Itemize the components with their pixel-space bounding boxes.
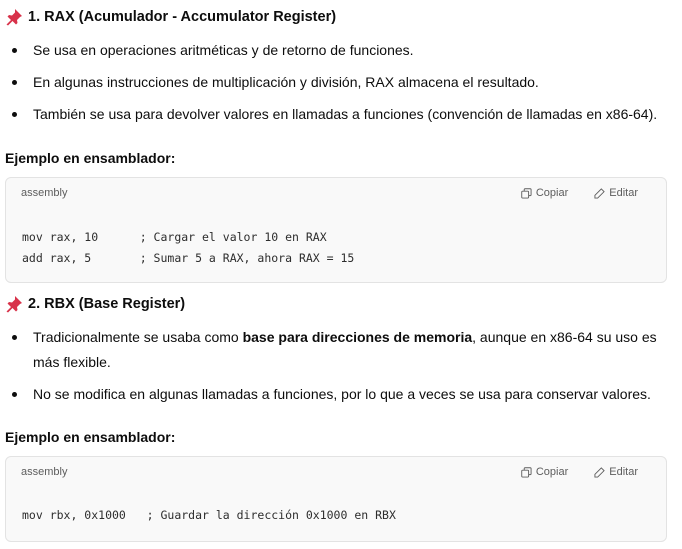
- list-item: No se modifica en algunas llamadas a fun…: [12, 382, 662, 407]
- section-title-rbx: 2. RBX (Base Register): [5, 295, 185, 313]
- copy-icon: [521, 187, 532, 199]
- list-item: Se usa en operaciones aritméticas y de r…: [12, 38, 662, 63]
- copy-button[interactable]: Copiar: [521, 187, 568, 199]
- code-language: assembly: [21, 466, 68, 478]
- pushpin-icon: [6, 9, 22, 26]
- edit-icon: [594, 187, 605, 199]
- code-line: mov rbx, 0x1000 ; Guardar la dirección 0…: [22, 508, 396, 522]
- copy-icon: [521, 466, 532, 478]
- code-language: assembly: [21, 187, 68, 199]
- example-label: Ejemplo en ensamblador:: [5, 150, 176, 166]
- edit-icon: [594, 466, 605, 478]
- list-item: En algunas instrucciones de multiplicaci…: [12, 70, 662, 95]
- code-line: add rax, 5 ; Sumar 5 a RAX, ahora RAX = …: [22, 251, 355, 265]
- code-line: mov rax, 10 ; Cargar el valor 10 en RAX: [22, 230, 327, 244]
- code-block: assembly Copiar Editar mov rbx, 0x1000 ;…: [5, 456, 667, 542]
- code-block: assembly Copiar Editar mov rax, 10 ; Car…: [5, 177, 667, 283]
- edit-button[interactable]: Editar: [594, 466, 638, 478]
- section-title-rax: 1. RAX (Acumulador - Accumulator Registe…: [5, 8, 336, 26]
- edit-button[interactable]: Editar: [594, 187, 638, 199]
- pushpin-icon: [6, 296, 22, 313]
- section-title-text: 2. RBX (Base Register): [28, 296, 186, 312]
- list-item: Tradicionalmente se usaba como base para…: [12, 325, 662, 375]
- example-label: Ejemplo en ensamblador:: [5, 429, 176, 445]
- section-title-text: 1. RAX (Acumulador - Accumulator Registe…: [28, 9, 337, 25]
- list-item: También se usa para devolver valores en …: [12, 102, 662, 127]
- copy-button[interactable]: Copiar: [521, 466, 568, 478]
